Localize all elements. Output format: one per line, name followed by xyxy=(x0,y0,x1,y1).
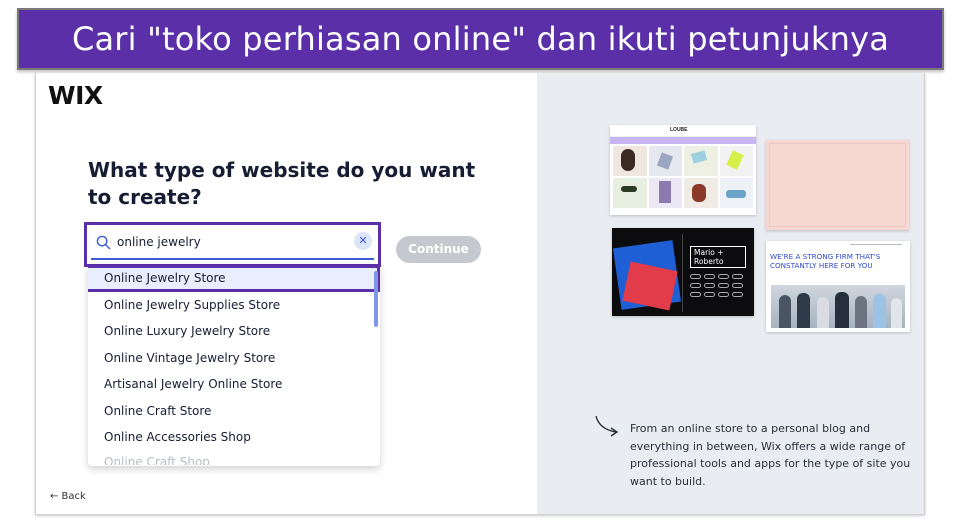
template-thumbnail-blank xyxy=(766,140,909,230)
template-thumbnail-firm: WE'RE A STRONG FIRM THAT'S CONSTANTLY HE… xyxy=(766,241,910,332)
template-thumbnail-portfolio: Mario + Roberto xyxy=(612,228,754,316)
search-field[interactable]: ✕ xyxy=(91,229,374,260)
suggestion-item[interactable]: Online Craft Shop xyxy=(88,451,380,465)
continue-button[interactable]: Continue xyxy=(396,236,481,263)
firm-headline: WE'RE A STRONG FIRM THAT'S CONSTANTLY HE… xyxy=(770,252,881,270)
suggestion-item[interactable]: Online Jewelry Store xyxy=(88,265,380,292)
wix-logo: WIX xyxy=(48,81,103,110)
search-icon xyxy=(96,235,111,250)
suggestion-item[interactable]: Online Accessories Shop xyxy=(88,424,380,451)
back-link[interactable]: ← Back xyxy=(50,491,86,502)
banner-text: Cari "toko perhiasan online" dan ikuti p… xyxy=(71,20,890,58)
suggestion-item[interactable]: Online Vintage Jewelry Store xyxy=(88,345,380,372)
search-highlight-frame: ✕ xyxy=(84,222,381,267)
close-icon[interactable]: ✕ xyxy=(354,232,372,250)
suggestion-item[interactable]: Artisanal Jewelry Online Store xyxy=(88,371,380,398)
suggestion-item[interactable]: Online Luxury Jewelry Store xyxy=(88,318,380,345)
page-title: What type of website do you want to crea… xyxy=(88,158,476,209)
right-pane: LOUBE Mario + Roberto WE'RE A STRONG FIR… xyxy=(537,73,924,514)
suggestion-item[interactable]: Online Jewelry Supplies Store xyxy=(88,292,380,319)
team-photo xyxy=(771,285,905,328)
portfolio-name: Mario + Roberto xyxy=(690,246,746,268)
search-input[interactable] xyxy=(117,235,317,249)
curved-arrow-icon xyxy=(595,415,619,437)
instruction-banner: Cari "toko perhiasan online" dan ikuti p… xyxy=(17,8,944,70)
dropdown-scrollbar[interactable] xyxy=(374,271,378,327)
left-pane: WIX What type of website do you want to … xyxy=(36,73,537,514)
wix-onboarding-window: WIX What type of website do you want to … xyxy=(35,73,925,515)
suggestions-dropdown: Online Jewelry Store Online Jewelry Supp… xyxy=(88,265,380,466)
template-thumbnail-store: LOUBE xyxy=(610,125,756,215)
info-text: From an online store to a personal blog … xyxy=(630,422,911,488)
suggestion-item[interactable]: Online Craft Store xyxy=(88,398,380,425)
store-brand: LOUBE xyxy=(670,127,688,133)
